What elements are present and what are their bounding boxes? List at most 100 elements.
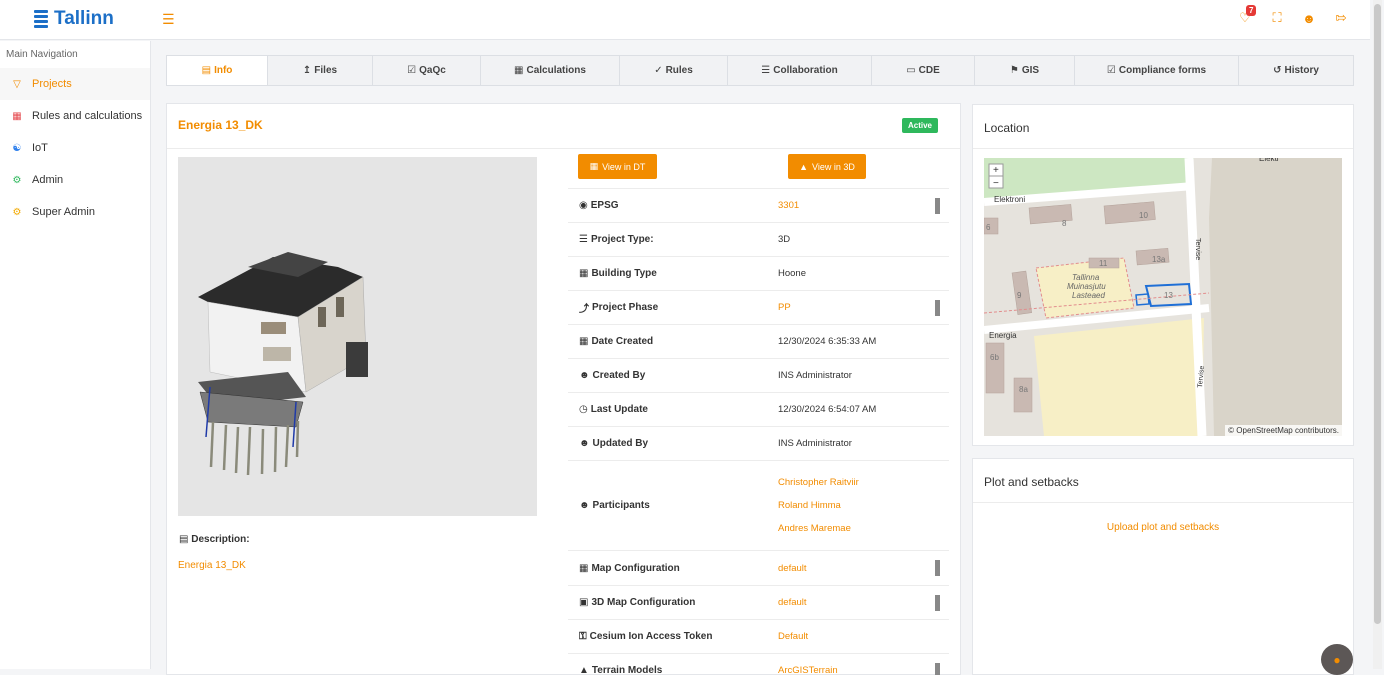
hamburger-icon[interactable]: ☰ bbox=[162, 11, 175, 28]
field-value[interactable]: default bbox=[778, 597, 807, 608]
notification-badge: 7 bbox=[1246, 5, 1257, 16]
network-icon: ☯ bbox=[12, 142, 22, 154]
field-value: Hoone bbox=[778, 268, 806, 279]
field-label: ⚿ Cesium Ion Access Token bbox=[579, 631, 713, 642]
scroll-thumb[interactable] bbox=[1374, 4, 1381, 624]
sidebar-item-label: Super Admin bbox=[32, 206, 95, 218]
tab-calculations[interactable]: ▦ Calculations bbox=[481, 56, 620, 85]
check-icon: ✓ bbox=[654, 65, 663, 76]
sidebar-item-projects[interactable]: ▽ Projects bbox=[0, 68, 150, 100]
brand-logo[interactable]: Tallinn bbox=[34, 8, 114, 30]
map-street-label: Energia bbox=[989, 331, 1017, 340]
sidebar-item-iot[interactable]: ☯ IoT bbox=[0, 132, 150, 164]
field-value[interactable]: default bbox=[778, 563, 807, 574]
participants-list: Christopher Raitviir Roland Himma Andres… bbox=[778, 477, 859, 534]
map-canvas: Elektroni Energia Elektr 8 10 6 11 13a 1… bbox=[984, 158, 1342, 436]
mountain-icon: ▲ bbox=[579, 665, 589, 675]
user-edit-icon: ☻ bbox=[579, 438, 590, 449]
sidebar-item-admin[interactable]: ⚙ Admin bbox=[0, 164, 150, 196]
plot-title: Plot and setbacks bbox=[984, 475, 1079, 489]
field-label: ⤴ Project Phase bbox=[579, 302, 659, 315]
arrow-up-icon: ⤴ bbox=[579, 304, 589, 315]
tab-files[interactable]: ↥ Files bbox=[268, 56, 373, 85]
user-icon: ☻ bbox=[579, 370, 590, 381]
field-label: ◷ Last Update bbox=[579, 404, 648, 415]
key-icon: ⚿ bbox=[579, 631, 587, 642]
participant-name[interactable]: Christopher Raitviir bbox=[778, 477, 859, 488]
building-model-image bbox=[198, 252, 368, 476]
map-icon: ▦ bbox=[579, 562, 589, 574]
field-row-terrain-models: ▲ Terrain Models ArcGISTerrain bbox=[568, 653, 949, 675]
view-in-dt-button[interactable]: ▦ View in DT bbox=[578, 154, 657, 179]
project-title: Energia 13_DK bbox=[178, 118, 263, 132]
field-value[interactable]: 3301 bbox=[778, 200, 799, 211]
svg-text:Tallinna: Tallinna bbox=[1072, 273, 1100, 282]
svg-text:11: 11 bbox=[1099, 259, 1108, 268]
chat-icon[interactable]: ● bbox=[1321, 644, 1353, 675]
tab-label: Info bbox=[214, 65, 233, 76]
document-icon: ▤ bbox=[201, 65, 212, 76]
globe-icon: ◉ bbox=[579, 200, 588, 211]
description-label: ▤ Description: bbox=[179, 534, 250, 545]
participant-name[interactable]: Andres Maremae bbox=[778, 523, 859, 534]
map-marker-icon: ⚑ bbox=[1009, 65, 1019, 76]
logout-icon[interactable]: ⇰ bbox=[1334, 10, 1348, 26]
project-info-card: Energia 13_DK Active ▤ Description: Ener… bbox=[166, 103, 961, 675]
upload-plot-link[interactable]: Upload plot and setbacks bbox=[973, 522, 1353, 533]
field-row-building-type: ▦ Building Type Hoone bbox=[568, 256, 949, 290]
field-value[interactable]: Default bbox=[778, 631, 808, 642]
fullscreen-icon[interactable]: ⛶ bbox=[1270, 10, 1284, 26]
brand-name: Tallinn bbox=[54, 8, 114, 29]
field-value[interactable]: ArcGISTerrain bbox=[778, 665, 838, 675]
user-icon[interactable]: ☻ bbox=[1302, 11, 1316, 26]
map-street-label: Elektroni bbox=[994, 195, 1025, 204]
tab-gis[interactable]: ⚑ GIS bbox=[975, 56, 1075, 85]
tab-qaqc[interactable]: ☑ QaQc bbox=[373, 56, 481, 85]
location-title: Location bbox=[984, 121, 1030, 135]
svg-text:−: − bbox=[993, 178, 999, 189]
view-in-3d-button[interactable]: ▲ View in 3D bbox=[788, 154, 866, 179]
svg-text:8a: 8a bbox=[1019, 385, 1028, 394]
edit-handle[interactable] bbox=[935, 560, 940, 576]
edit-handle[interactable] bbox=[935, 662, 940, 675]
sidebar-item-super-admin[interactable]: ⚙ Super Admin bbox=[0, 196, 150, 228]
cubes-icon: ▲ bbox=[799, 161, 809, 172]
page-scrollbar[interactable] bbox=[1373, 0, 1382, 669]
project-fields: ◉ EPSG 3301 ☰ Project Type: 3D ▦ Building T… bbox=[568, 188, 949, 675]
map-attribution[interactable]: © OpenStreetMap contributors. bbox=[1225, 425, 1342, 436]
field-value[interactable]: PP bbox=[778, 302, 791, 313]
calendar-icon: ▦ bbox=[579, 336, 589, 347]
diamond-icon: ▽ bbox=[13, 78, 21, 90]
tab-compliance-forms[interactable]: ☑ Compliance forms bbox=[1075, 56, 1239, 85]
button-label: View in 3D bbox=[812, 161, 855, 172]
tab-rules[interactable]: ✓ Rules bbox=[620, 56, 728, 85]
edit-handle[interactable] bbox=[935, 197, 940, 214]
building-3d-preview[interactable] bbox=[178, 157, 537, 516]
tab-collaboration[interactable]: ☰ Collaboration bbox=[728, 56, 872, 85]
button-label: View in DT bbox=[602, 161, 646, 172]
participant-name[interactable]: Roland Himma bbox=[778, 500, 859, 511]
sidebar-item-rules[interactable]: ▦ Rules and calculations bbox=[0, 100, 150, 132]
svg-text:10: 10 bbox=[1139, 211, 1148, 220]
field-label: ▣ 3D Map Configuration bbox=[579, 597, 696, 608]
location-map[interactable]: Elektroni Energia Elektr 8 10 6 11 13a 1… bbox=[984, 158, 1342, 436]
field-row-created-by: ☻ Created By INS Administrator bbox=[568, 358, 949, 392]
tab-history[interactable]: ↺ History bbox=[1239, 56, 1353, 85]
bell-icon[interactable]: ♡ 7 bbox=[1238, 5, 1257, 26]
building-icon: ▦ bbox=[579, 268, 589, 279]
field-value: INS Administrator bbox=[778, 370, 852, 381]
field-row-date-created: ▦ Date Created 12/30/2024 6:35:33 AM bbox=[568, 324, 949, 358]
tab-cde[interactable]: ▭ CDE bbox=[872, 56, 975, 85]
svg-text:9: 9 bbox=[1017, 291, 1022, 300]
tab-info[interactable]: ▤ Info bbox=[167, 56, 268, 85]
description-label-text: Description: bbox=[191, 534, 250, 545]
field-row-map-configuration: ▦ Map Configuration default bbox=[568, 550, 949, 585]
edit-handle[interactable] bbox=[935, 594, 940, 611]
field-label: ▦ Building Type bbox=[579, 268, 657, 279]
building-icon: ▦ bbox=[589, 161, 599, 171]
edit-handle[interactable] bbox=[935, 299, 940, 316]
field-row-last-update: ◷ Last Update 12/30/2024 6:54:07 AM bbox=[568, 392, 949, 426]
top-icons: ♡ 7 ⛶ ☻ ⇰ bbox=[1238, 5, 1348, 26]
tab-label: Files bbox=[314, 65, 338, 76]
field-label: ☻ Updated By bbox=[579, 438, 649, 449]
